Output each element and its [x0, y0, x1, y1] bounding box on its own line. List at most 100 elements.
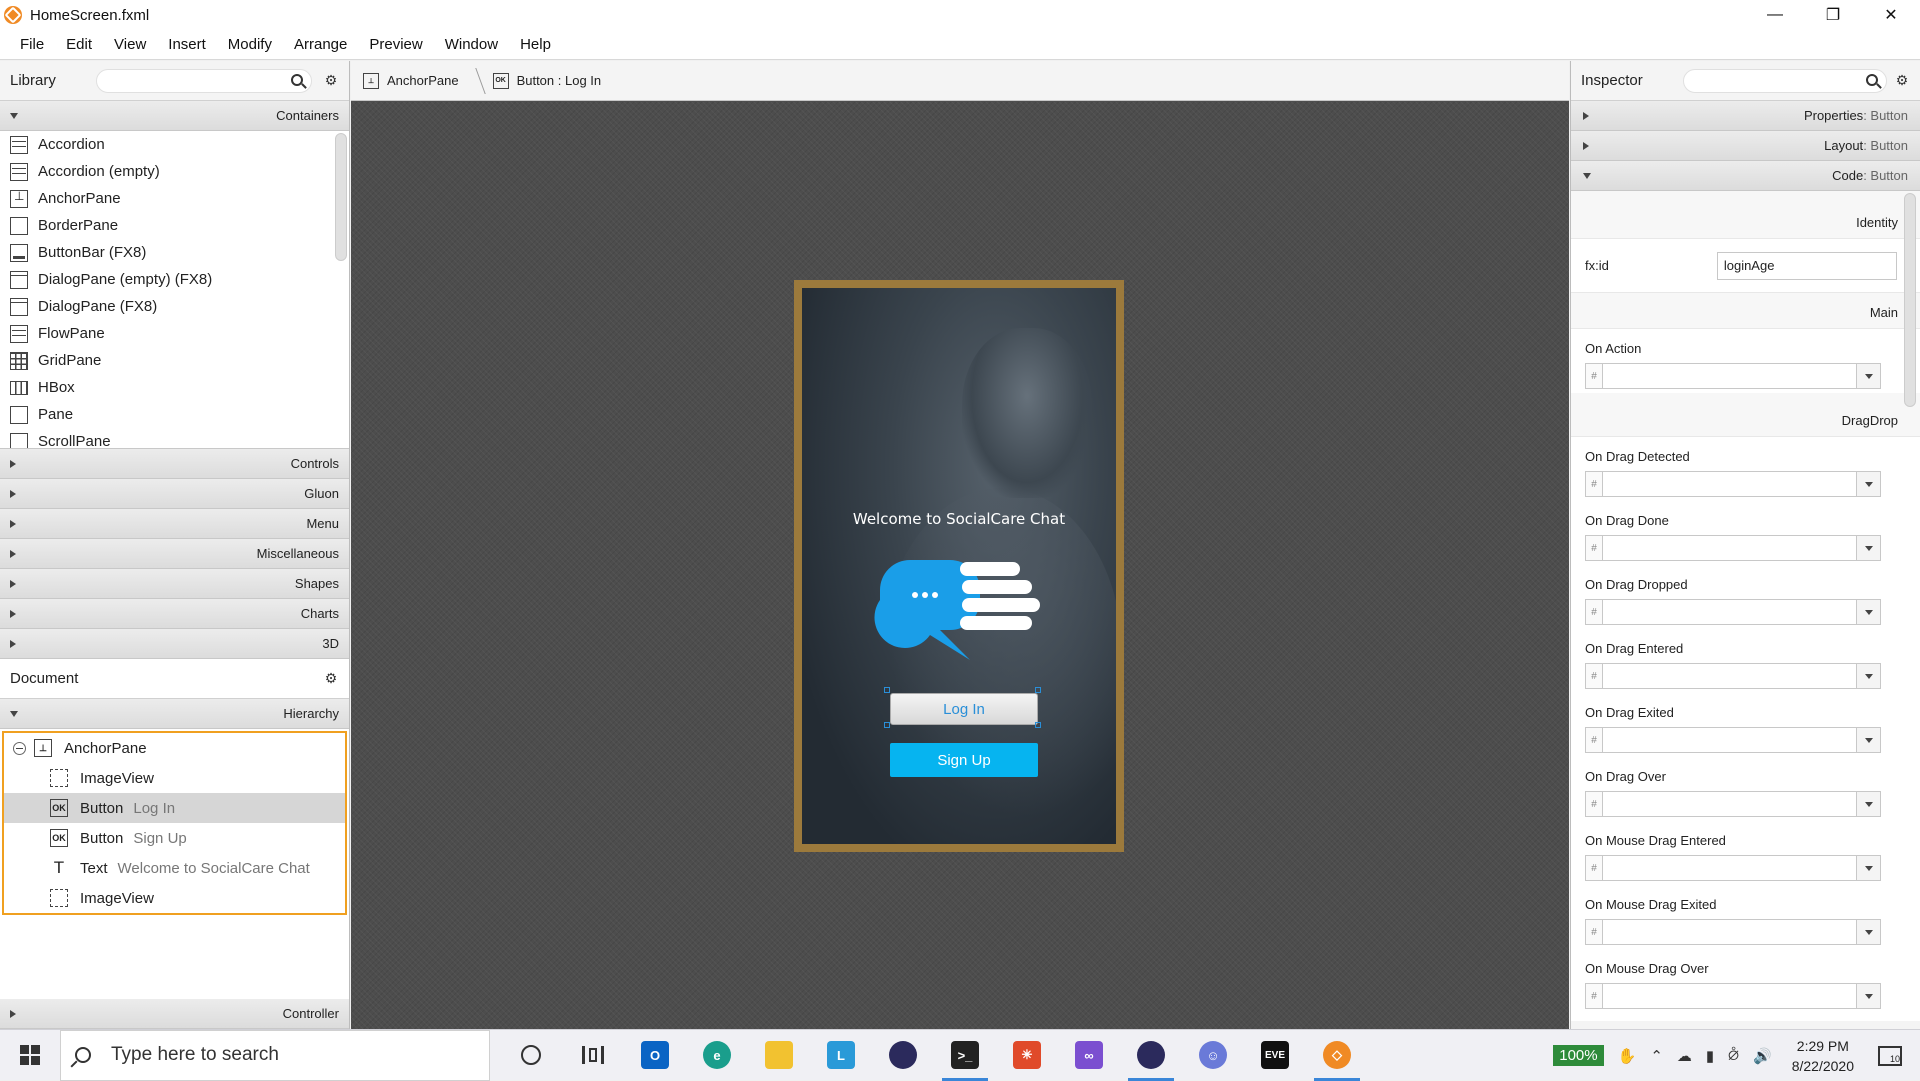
event-input[interactable] — [1603, 599, 1857, 625]
menu-preview[interactable]: Preview — [358, 30, 433, 60]
selection-handle[interactable] — [884, 722, 890, 728]
event-combo[interactable]: # — [1585, 599, 1881, 625]
library-item-gridpane[interactable]: GridPane — [0, 347, 349, 374]
signup-button[interactable]: Sign Up — [890, 743, 1038, 777]
library-item-scrollpane[interactable]: ScrollPane — [0, 428, 349, 448]
minimize-button[interactable]: — — [1746, 0, 1804, 30]
library-item-anchorpane[interactable]: AnchorPane — [0, 185, 349, 212]
event-input[interactable] — [1603, 471, 1857, 497]
scene-builder-icon[interactable]: ◇ — [1306, 1030, 1368, 1081]
section-miscellaneous[interactable]: Miscellaneous — [0, 539, 349, 569]
start-button[interactable] — [0, 1030, 60, 1081]
tree-item-button-signup[interactable]: OK Button Sign Up — [4, 823, 345, 853]
terminal-icon[interactable]: >_ — [934, 1030, 996, 1081]
chevron-down-icon[interactable] — [1857, 535, 1881, 561]
selection-handle[interactable] — [884, 687, 890, 693]
event-combo[interactable]: # — [1585, 727, 1881, 753]
cortana-icon[interactable] — [500, 1030, 562, 1081]
restore-button[interactable]: ❐ — [1804, 0, 1862, 30]
library-item-pane[interactable]: Pane — [0, 401, 349, 428]
section-controls[interactable]: Controls — [0, 449, 349, 479]
library-search-input[interactable] — [96, 69, 312, 93]
chevron-down-icon[interactable] — [1857, 363, 1881, 389]
event-input[interactable] — [1603, 727, 1857, 753]
library-item-buttonbar[interactable]: ButtonBar (FX8) — [0, 239, 349, 266]
eclipse-alt-icon[interactable] — [1120, 1030, 1182, 1081]
library-item-flowpane[interactable]: FlowPane — [0, 320, 349, 347]
event-combo[interactable]: # — [1585, 663, 1881, 689]
battery-icon[interactable]: ▮ — [1706, 1047, 1714, 1065]
eve-icon[interactable]: EVE — [1244, 1030, 1306, 1081]
tree-item-button-login[interactable]: OK Button Log In — [4, 793, 345, 823]
anchorpane-preview[interactable]: Welcome to SocialCare Chat Log In Sign U… — [802, 288, 1116, 844]
chevron-down-icon[interactable] — [1857, 471, 1881, 497]
chevron-down-icon[interactable] — [1857, 855, 1881, 881]
event-input[interactable] — [1603, 983, 1857, 1009]
chevron-down-icon[interactable] — [1857, 599, 1881, 625]
tree-item-anchorpane[interactable]: ⊥ AnchorPane — [4, 733, 345, 763]
event-input[interactable] — [1603, 663, 1857, 689]
library-item-dialogpane-empty[interactable]: DialogPane (empty) (FX8) — [0, 266, 349, 293]
event-combo[interactable]: # — [1585, 855, 1881, 881]
event-combo[interactable]: # — [1585, 919, 1881, 945]
menu-help[interactable]: Help — [509, 30, 562, 60]
menu-arrange[interactable]: Arrange — [283, 30, 358, 60]
chevron-down-icon[interactable] — [1857, 663, 1881, 689]
library-item-dialogpane[interactable]: DialogPane (FX8) — [0, 293, 349, 320]
selection-handle[interactable] — [1035, 687, 1041, 693]
visual-studio-icon[interactable]: ∞ — [1058, 1030, 1120, 1081]
close-button[interactable]: ✕ — [1862, 0, 1920, 30]
cloud-icon[interactable]: ☁ — [1677, 1047, 1692, 1065]
document-gear-icon[interactable]: ⚙ — [323, 670, 339, 686]
inspector-search-input[interactable] — [1683, 69, 1887, 93]
collapse-icon[interactable] — [13, 741, 26, 755]
chevron-down-icon[interactable] — [1857, 919, 1881, 945]
event-input[interactable] — [1603, 919, 1857, 945]
section-code[interactable]: Code : Button — [1571, 161, 1920, 191]
event-combo[interactable]: # — [1585, 791, 1881, 817]
section-containers[interactable]: Containers — [0, 101, 349, 131]
hand-icon[interactable]: ✋ — [1618, 1047, 1637, 1065]
library-item-accordion-empty[interactable]: Accordion (empty) — [0, 158, 349, 185]
notification-icon[interactable]: 10 — [1878, 1045, 1902, 1066]
section-gluon[interactable]: Gluon — [0, 479, 349, 509]
chevron-up-icon[interactable]: ⌃ — [1650, 1047, 1663, 1065]
eclipse-icon[interactable] — [872, 1030, 934, 1081]
battery-badge[interactable]: 100% — [1553, 1045, 1604, 1066]
library-item-accordion[interactable]: Accordion — [0, 131, 349, 158]
library-gear-icon[interactable]: ⚙ — [323, 72, 339, 88]
section-properties[interactable]: Properties : Button — [1571, 101, 1920, 131]
login-button[interactable]: Log In — [890, 693, 1038, 725]
menu-insert[interactable]: Insert — [157, 30, 217, 60]
breadcrumb-button[interactable]: OK Button : Log In — [492, 72, 601, 89]
menu-edit[interactable]: Edit — [55, 30, 103, 60]
section-controller[interactable]: Controller — [0, 999, 349, 1029]
taskbar-search-input[interactable]: Type here to search — [60, 1029, 490, 1081]
preview-frame[interactable]: Welcome to SocialCare Chat Log In Sign U… — [794, 280, 1124, 852]
chevron-down-icon[interactable] — [1857, 791, 1881, 817]
inspector-gear-icon[interactable]: ⚙ — [1894, 72, 1910, 88]
event-combo[interactable]: # — [1585, 471, 1881, 497]
library-scrollbar[interactable] — [335, 133, 347, 261]
menu-window[interactable]: Window — [434, 30, 509, 60]
section-shapes[interactable]: Shapes — [0, 569, 349, 599]
event-input[interactable] — [1603, 791, 1857, 817]
clock[interactable]: 2:29 PM 8/22/2020 — [1792, 1036, 1854, 1076]
edge-icon[interactable]: e — [686, 1030, 748, 1081]
task-view-icon[interactable] — [562, 1030, 624, 1081]
l-app-icon[interactable]: L — [810, 1030, 872, 1081]
tree-item-imageview-2[interactable]: ImageView — [4, 883, 345, 913]
on-action-input[interactable] — [1603, 363, 1857, 389]
app-red-icon[interactable]: ✳ — [996, 1030, 1058, 1081]
menu-view[interactable]: View — [103, 30, 157, 60]
event-input[interactable] — [1603, 855, 1857, 881]
event-input[interactable] — [1603, 535, 1857, 561]
menu-modify[interactable]: Modify — [217, 30, 283, 60]
outlook-icon[interactable]: O — [624, 1030, 686, 1081]
fxid-field[interactable]: loginAge — [1716, 251, 1897, 280]
menu-file[interactable]: File — [9, 30, 55, 60]
wifi-icon[interactable]: ⦲ — [1728, 1047, 1739, 1064]
event-combo[interactable]: # — [1585, 535, 1881, 561]
tree-item-imageview[interactable]: ImageView — [4, 763, 345, 793]
library-item-hbox[interactable]: HBox — [0, 374, 349, 401]
